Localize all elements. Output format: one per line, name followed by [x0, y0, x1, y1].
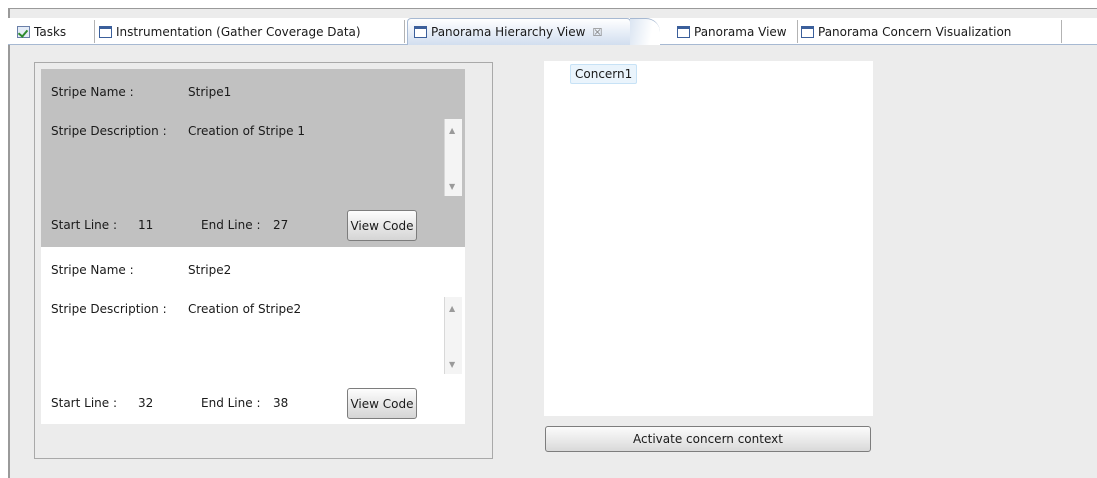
end-line-label: End Line : [201, 396, 261, 410]
start-line-value: 32 [138, 396, 154, 410]
stripe-list-panel: Stripe Name : Stripe1 Stripe Description… [34, 62, 493, 459]
start-line-label: Start Line : [51, 396, 117, 410]
view-content: Stripe Name : Stripe1 Stripe Description… [10, 46, 1097, 478]
concern-tree[interactable]: Concern1 [544, 61, 873, 416]
stripe-description-label: Stripe Description : [51, 302, 167, 316]
view-window-icon [414, 26, 427, 38]
view-code-button[interactable]: View Code [347, 210, 417, 241]
stripe-item[interactable]: Stripe Name : Stripe1 Stripe Description… [41, 69, 465, 247]
tab-panorama-concern-visualization[interactable]: Panorama Concern Visualization [801, 18, 1011, 45]
tab-label: Instrumentation (Gather Coverage Data) [116, 24, 361, 39]
stripe-description-value: Creation of Stripe2 [188, 302, 302, 316]
end-line-value: 38 [273, 396, 289, 410]
start-line-value: 11 [138, 218, 154, 232]
scroll-down-arrow-icon[interactable]: ▼ [449, 182, 455, 191]
description-scrollbar[interactable]: ▲ ▼ [444, 119, 462, 196]
view-code-button[interactable]: View Code [347, 388, 417, 419]
tab-panorama-hierarchy-view[interactable]: Panorama Hierarchy View ☒ [407, 18, 631, 45]
start-line-label: Start Line : [51, 218, 117, 232]
tasks-icon [17, 25, 30, 38]
view-window-icon [99, 25, 112, 38]
tab-tasks[interactable]: Tasks [17, 18, 66, 45]
stripe-name-value: Stripe2 [188, 263, 232, 277]
tab-separator [1061, 20, 1062, 43]
view-window-icon [677, 25, 690, 38]
tree-node-concern[interactable]: Concern1 [570, 64, 638, 84]
tab-label: Panorama View [694, 24, 787, 39]
scroll-up-arrow-icon[interactable]: ▲ [449, 304, 455, 313]
tab-separator [404, 20, 405, 43]
stripe-item[interactable]: Stripe Name : Stripe2 Stripe Description… [41, 247, 465, 424]
tab-label: Tasks [34, 24, 67, 39]
scroll-down-arrow-icon[interactable]: ▼ [449, 360, 455, 369]
end-line-label: End Line : [201, 218, 261, 232]
stripe-name-label: Stripe Name : [51, 85, 134, 99]
stripe-name-label: Stripe Name : [51, 263, 134, 277]
stripe-description-label: Stripe Description : [51, 124, 167, 138]
stripe-description-value: Creation of Stripe 1 [188, 124, 306, 138]
tab-label: Panorama Hierarchy View [431, 25, 586, 39]
close-icon[interactable]: ☒ [592, 26, 602, 39]
tab-separator [94, 20, 95, 43]
end-line-value: 27 [273, 218, 289, 232]
stripe-name-value: Stripe1 [188, 85, 232, 99]
view-tab-bar: Tasks Instrumentation (Gather Coverage D… [8, 18, 1097, 45]
activate-concern-context-button[interactable]: Activate concern context [545, 426, 871, 452]
view-window-icon [801, 25, 814, 38]
tab-separator [797, 20, 798, 43]
tab-instrumentation[interactable]: Instrumentation (Gather Coverage Data) [99, 18, 361, 45]
scroll-up-arrow-icon[interactable]: ▲ [449, 126, 455, 135]
tab-panorama-view[interactable]: Panorama View [677, 18, 787, 45]
tab-label: Panorama Concern Visualization [818, 24, 1012, 39]
description-scrollbar[interactable]: ▲ ▼ [444, 297, 462, 374]
active-tab-edge [630, 18, 660, 45]
